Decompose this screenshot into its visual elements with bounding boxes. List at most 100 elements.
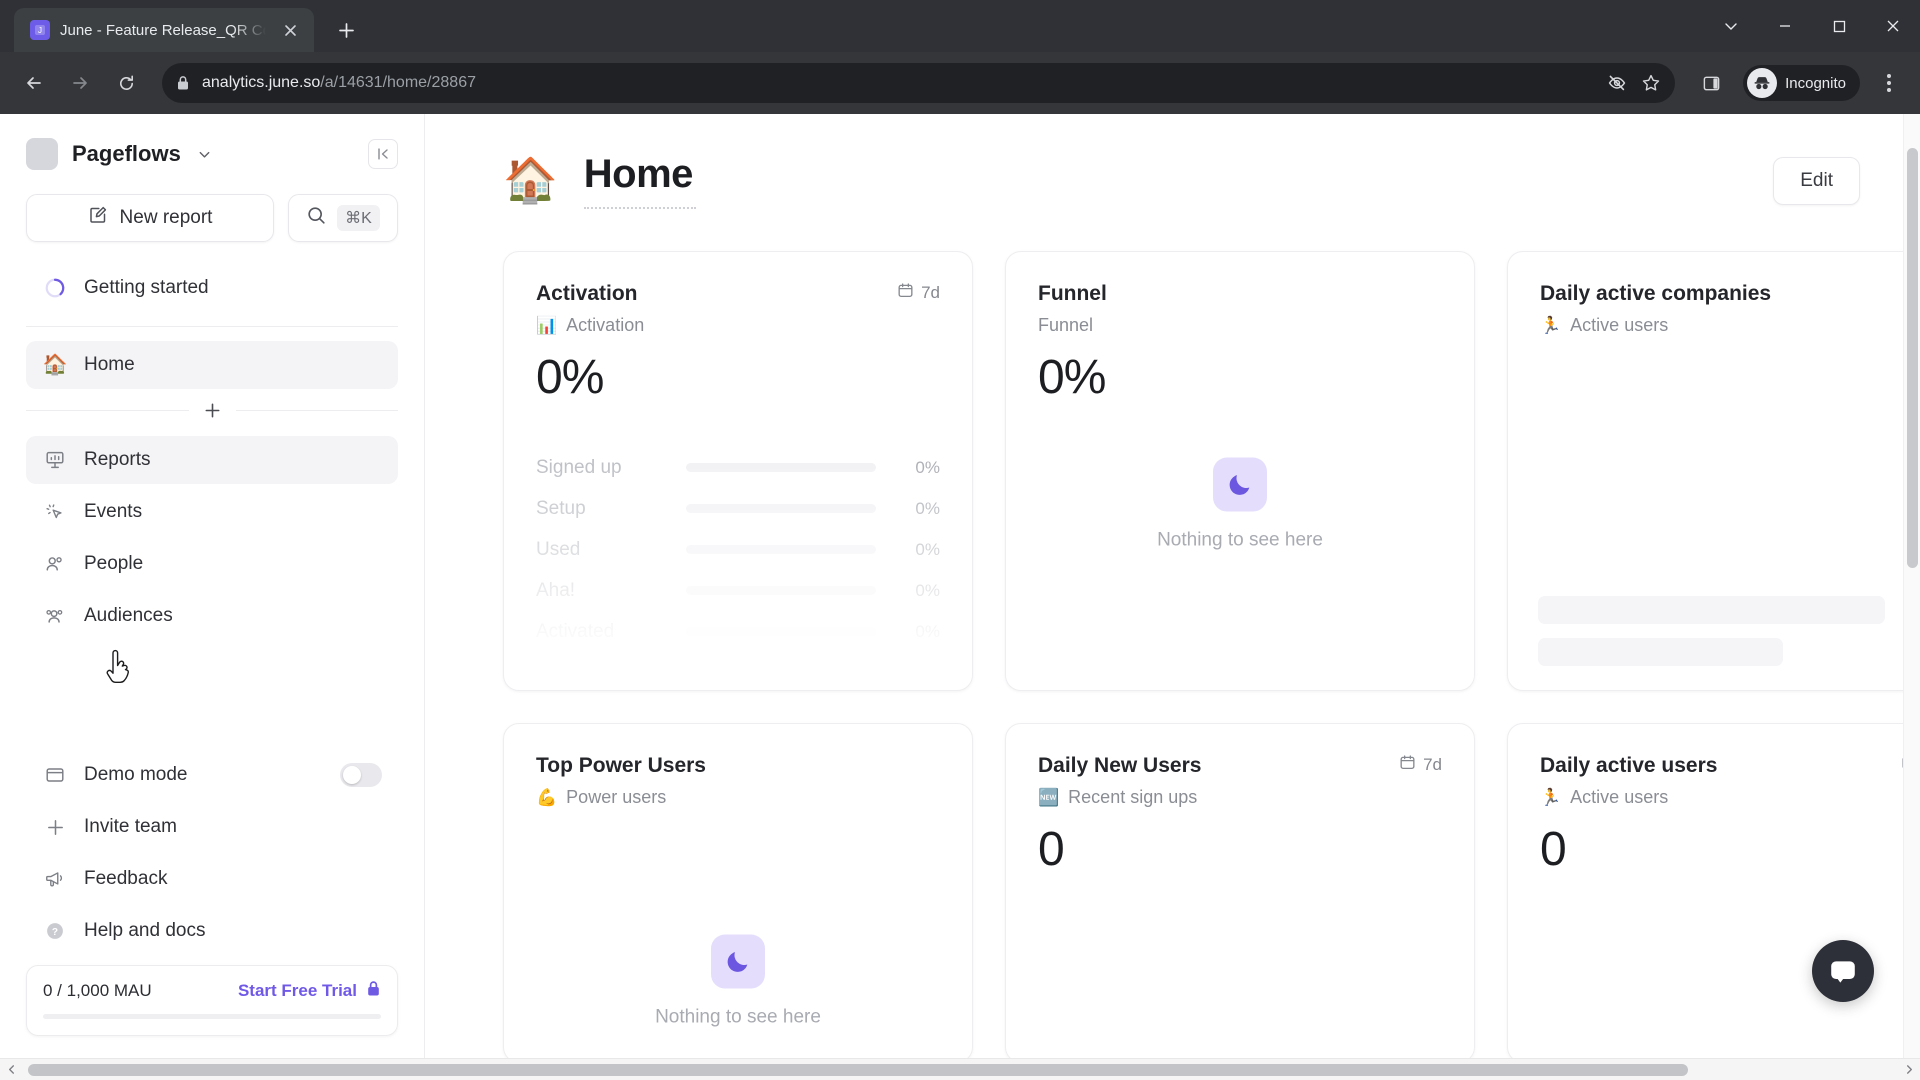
forward-icon[interactable] bbox=[60, 63, 100, 103]
card-funnel[interactable]: Funnel Funnel 0% Nothing to see here bbox=[1005, 251, 1475, 691]
new-report-button[interactable]: New report bbox=[26, 194, 274, 242]
card-top-power-users[interactable]: Top Power Users 💪 Power users Nothing to… bbox=[503, 723, 973, 1058]
new-tab-button[interactable] bbox=[332, 16, 360, 44]
users-icon bbox=[42, 553, 68, 575]
sidebar-divider bbox=[26, 326, 398, 327]
horizontal-scrollbar[interactable] bbox=[0, 1058, 1920, 1080]
url-text: analytics.june.so/a/14631/home/28867 bbox=[202, 74, 476, 92]
chevron-down-icon[interactable] bbox=[197, 147, 212, 162]
workspace-switcher[interactable]: Pageflows bbox=[0, 114, 424, 170]
card-subtitle: Active users bbox=[1570, 787, 1669, 807]
side-panel-icon[interactable] bbox=[1691, 63, 1731, 103]
search-button[interactable]: ⌘K bbox=[288, 194, 398, 242]
card-daily-active-users[interactable]: Daily active users 7d 🏃 Active users bbox=[1507, 723, 1920, 1058]
profile-label: Incognito bbox=[1785, 74, 1846, 92]
app-sidebar: Pageflows New report ⌘K Getting started … bbox=[0, 114, 425, 1058]
card-subtitle: Active users bbox=[1570, 315, 1669, 335]
sidebar-item-events[interactable]: Events bbox=[26, 488, 398, 536]
card-value: 0 bbox=[1038, 823, 1065, 876]
close-icon[interactable] bbox=[276, 16, 304, 44]
intercom-chat-button[interactable] bbox=[1812, 940, 1874, 1002]
card-value: 0% bbox=[1038, 351, 1106, 404]
search-shortcut-badge: ⌘K bbox=[337, 205, 380, 231]
toolbar-right: Incognito bbox=[1691, 63, 1906, 103]
dashboard-grid: Activation 7d 📊 Activation 0% Signed up … bbox=[425, 209, 1920, 1058]
sidebar-item-demo-mode[interactable]: Demo mode bbox=[26, 751, 398, 799]
bookmark-star-icon[interactable] bbox=[1641, 73, 1661, 93]
step-percent: 0% bbox=[915, 621, 940, 641]
collapse-sidebar-button[interactable] bbox=[368, 139, 398, 169]
scroll-left-icon[interactable] bbox=[0, 1065, 22, 1074]
card-subtitle: Recent sign ups bbox=[1068, 787, 1198, 807]
date-range-badge[interactable]: 7d bbox=[897, 282, 940, 304]
svg-text:J: J bbox=[38, 26, 42, 35]
card-daily-new-users[interactable]: Daily New Users 7d 🆕 Recent sign ups 0 bbox=[1005, 723, 1475, 1058]
card-title: Daily active companies bbox=[1540, 282, 1772, 305]
card-daily-active-companies[interactable]: Daily active companies 🏃 Active users bbox=[1507, 251, 1920, 691]
tab-strip: J June - Feature Release_QR Code bbox=[0, 0, 1920, 52]
megaphone-icon bbox=[42, 868, 68, 890]
tab-title: June - Feature Release_QR Code bbox=[60, 21, 266, 39]
sidebar-item-audiences[interactable]: Audiences bbox=[26, 592, 398, 640]
sidebar-item-feedback[interactable]: Feedback bbox=[26, 855, 398, 903]
workspace-name: Pageflows bbox=[72, 141, 181, 166]
edit-pencil-icon bbox=[88, 205, 108, 231]
browser-tab[interactable]: J June - Feature Release_QR Code bbox=[14, 8, 314, 52]
step-percent: 0% bbox=[915, 539, 940, 559]
calendar-icon bbox=[897, 282, 914, 304]
maximize-button[interactable] bbox=[1812, 0, 1866, 52]
incognito-indicator[interactable]: Incognito bbox=[1743, 65, 1860, 101]
sidebar-item-reports[interactable]: Reports bbox=[26, 436, 398, 484]
step-label: Setup bbox=[536, 497, 586, 519]
step-percent: 0% bbox=[915, 580, 940, 600]
step-bar bbox=[686, 463, 876, 472]
address-bar[interactable]: analytics.june.so/a/14631/home/28867 bbox=[162, 63, 1676, 103]
card-subtitle: Funnel bbox=[1038, 315, 1094, 335]
sidebar-nav-primary: 🏠 Home bbox=[0, 337, 424, 389]
sidebar-item-label: Invite team bbox=[84, 816, 177, 837]
house-icon: 🏠 bbox=[42, 354, 68, 376]
sidebar-item-label: People bbox=[84, 553, 144, 574]
minimize-button[interactable] bbox=[1758, 0, 1812, 52]
activation-steps: Signed up 0% Setup 0% Used 0% Aha! 0% Ac… bbox=[536, 447, 940, 652]
card-activation[interactable]: Activation 7d 📊 Activation 0% Signed up … bbox=[503, 251, 973, 691]
sidebar-item-label: Feedback bbox=[84, 868, 168, 889]
runner-icon: 🏃 bbox=[1540, 787, 1562, 807]
activation-step-row: Aha! 0% bbox=[536, 570, 940, 611]
card-title: Daily New Users bbox=[1038, 754, 1202, 777]
sidebar-item-help-and-docs[interactable]: ? Help and docs bbox=[26, 907, 398, 955]
empty-state-text: Nothing to see here bbox=[655, 1006, 821, 1028]
demo-mode-toggle[interactable] bbox=[340, 763, 382, 787]
locked-placeholder bbox=[1538, 582, 1920, 666]
browser-menu-icon[interactable] bbox=[1872, 74, 1906, 92]
card-title: Top Power Users bbox=[536, 754, 706, 777]
plus-icon[interactable] bbox=[189, 401, 236, 420]
search-icon bbox=[306, 205, 327, 231]
empty-state: Nothing to see here bbox=[1006, 457, 1474, 552]
step-percent: 0% bbox=[915, 498, 940, 518]
lock-icon bbox=[176, 75, 190, 91]
sidebar-item-label: Getting started bbox=[84, 277, 209, 298]
back-icon[interactable] bbox=[14, 63, 54, 103]
sidebar-item-label: Help and docs bbox=[84, 920, 206, 941]
activation-step-row: Used 0% bbox=[536, 529, 940, 570]
chevron-down-icon[interactable] bbox=[1704, 0, 1758, 52]
sidebar-item-invite-team[interactable]: Invite team bbox=[26, 803, 398, 851]
vertical-scrollbar[interactable] bbox=[1903, 114, 1920, 1058]
reload-icon[interactable] bbox=[106, 63, 146, 103]
sidebar-item-label: Events bbox=[84, 501, 143, 522]
edit-button[interactable]: Edit bbox=[1773, 156, 1860, 205]
presentation-chart-icon bbox=[42, 449, 68, 471]
sidebar-item-people[interactable]: People bbox=[26, 540, 398, 588]
sidebar-item-getting-started[interactable]: Getting started bbox=[26, 264, 398, 312]
house-icon: 🏠 bbox=[503, 155, 558, 205]
eye-off-icon[interactable] bbox=[1607, 73, 1627, 93]
window-close-button[interactable] bbox=[1866, 0, 1920, 52]
start-free-trial-button[interactable]: Start Free Trial bbox=[238, 980, 381, 1002]
sidebar-item-home[interactable]: 🏠 Home bbox=[26, 341, 398, 389]
question-circle-icon: ? bbox=[42, 920, 68, 942]
scroll-right-icon[interactable] bbox=[1898, 1065, 1920, 1074]
flexed-biceps-icon: 💪 bbox=[536, 787, 558, 807]
date-range-badge[interactable]: 7d bbox=[1399, 754, 1442, 776]
empty-state-text: Nothing to see here bbox=[1157, 529, 1323, 551]
